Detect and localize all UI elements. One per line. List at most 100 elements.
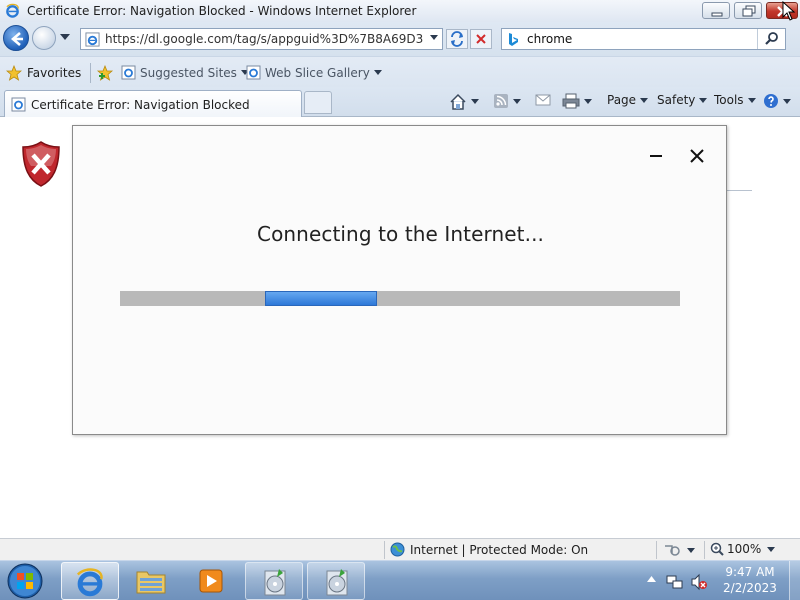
favorites-link-web-slice-gallery[interactable]: Web Slice Gallery	[246, 65, 382, 80]
taskbar-setup-program-1[interactable]	[245, 562, 303, 600]
tab-bar: Certificate Error: Navigation Blocked Pa…	[0, 87, 800, 117]
security-zone-label: Internet | Protected Mode: On	[410, 542, 589, 557]
address-bar[interactable]: https://dl.google.com/tag/s/appguid%3D%7…	[80, 28, 443, 50]
feeds-button[interactable]	[493, 93, 521, 109]
taskbar-setup-program-2[interactable]	[307, 562, 365, 600]
chevron-down-icon	[747, 97, 756, 103]
favorites-link-label: Web Slice Gallery	[265, 65, 370, 80]
minimize-icon	[711, 12, 723, 17]
clock-date: 2/2/2023	[723, 581, 777, 595]
installer-icon	[326, 569, 348, 596]
mail-icon	[535, 94, 551, 106]
change-status-icon[interactable]	[662, 543, 696, 557]
tools-menu[interactable]: Tools	[714, 93, 756, 107]
folder-icon	[136, 571, 166, 594]
title-bar: Certificate Error: Navigation Blocked - …	[0, 0, 800, 22]
printer-icon	[562, 93, 580, 109]
navigation-bar: https://dl.google.com/tag/s/appguid%3D%7…	[0, 22, 800, 56]
recent-pages-dropdown-icon[interactable]	[60, 34, 70, 40]
tab-label: Certificate Error: Navigation Blocked	[31, 98, 250, 112]
read-mail-button[interactable]	[535, 93, 551, 107]
add-to-favorites-bar-icon[interactable]	[96, 65, 116, 81]
favorites-label: Favorites	[27, 66, 82, 80]
restore-button[interactable]	[734, 2, 762, 19]
favorites-button[interactable]: Favorites	[6, 63, 81, 83]
status-divider	[656, 541, 657, 559]
stop-button[interactable]	[470, 29, 492, 49]
home-icon	[450, 93, 466, 110]
show-desktop-button[interactable]	[789, 561, 800, 600]
chevron-down-icon	[471, 99, 479, 104]
tools-menu-label: Tools	[714, 93, 744, 107]
taskbar-internet-explorer[interactable]	[61, 562, 119, 600]
print-button[interactable]	[562, 93, 592, 109]
windows-start-icon[interactable]	[5, 562, 45, 600]
ie-logo-icon	[6, 3, 19, 18]
minimize-button[interactable]	[702, 2, 730, 19]
status-divider	[704, 541, 705, 559]
dialog-message: Connecting to the Internet...	[257, 222, 544, 246]
progress-bar-fill	[265, 291, 377, 306]
zoom-dropdown-icon[interactable]	[767, 547, 775, 552]
page-menu[interactable]: Page	[607, 93, 649, 107]
media-player-icon	[199, 569, 223, 593]
search-query[interactable]: chrome	[527, 32, 572, 46]
favorites-star-icon	[6, 65, 22, 81]
safety-menu[interactable]: Safety	[657, 93, 708, 107]
ie-page-icon	[11, 97, 26, 112]
restore-icon	[742, 5, 756, 17]
status-bar: Internet | Protected Mode: On 100%	[0, 538, 800, 560]
progress-bar	[120, 291, 680, 306]
dialog-close-icon[interactable]	[687, 146, 707, 166]
stop-icon	[476, 34, 486, 44]
volume-muted-icon[interactable]	[690, 573, 708, 591]
taskbar-windows-explorer[interactable]	[122, 562, 180, 600]
zoom-icon	[710, 542, 724, 556]
chevron-down-icon	[584, 98, 592, 104]
address-dropdown-icon[interactable]	[430, 35, 438, 40]
page-menu-label: Page	[607, 93, 637, 107]
favorites-link-label: Suggested Sites	[140, 65, 237, 80]
search-box[interactable]: chrome	[501, 28, 786, 50]
search-button[interactable]	[757, 29, 785, 49]
taskbar: 9:47 AM 2/2/2023	[0, 560, 800, 600]
dialog-minimize-icon[interactable]	[647, 148, 665, 166]
home-button[interactable]	[449, 93, 479, 110]
chevron-down-icon	[640, 97, 649, 103]
taskbar-media-player[interactable]	[183, 562, 241, 600]
installer-icon	[264, 569, 286, 596]
help-icon	[764, 94, 778, 108]
refresh-button[interactable]	[446, 29, 468, 49]
chevron-down-icon	[699, 97, 708, 103]
address-url[interactable]: https://dl.google.com/tag/s/appguid%3D%7…	[105, 32, 423, 46]
new-tab-button[interactable]	[304, 91, 332, 114]
internet-globe-icon	[390, 542, 405, 557]
back-button[interactable]	[3, 25, 29, 51]
forward-button[interactable]	[32, 26, 56, 50]
favorites-bar: Favorites Suggested Sites Web Slice Gall…	[0, 56, 800, 87]
window-title: Certificate Error: Navigation Blocked - …	[27, 4, 417, 18]
clock-time: 9:47 AM	[725, 565, 775, 579]
chevron-down-icon	[373, 70, 382, 75]
help-button[interactable]	[763, 93, 791, 109]
internet-explorer-icon	[76, 568, 103, 597]
rss-feed-icon	[494, 94, 508, 108]
ie-page-icon	[121, 65, 136, 80]
security-zone[interactable]: Internet | Protected Mode: On	[390, 542, 588, 557]
network-icon[interactable]	[666, 573, 684, 591]
refresh-icon	[451, 31, 463, 47]
show-hidden-icons-icon[interactable]	[647, 576, 656, 582]
ie-page-icon	[246, 65, 261, 80]
clock[interactable]: 9:47 AM 2/2/2023	[712, 564, 788, 596]
zoom-control[interactable]: 100%	[710, 542, 761, 556]
error-shield-icon	[22, 141, 60, 187]
chevron-down-icon	[513, 98, 521, 104]
chevron-down-icon	[783, 98, 791, 104]
status-divider	[384, 541, 385, 559]
favorites-link-suggested-sites[interactable]: Suggested Sites	[121, 65, 249, 80]
mouse-cursor-icon	[782, 1, 796, 21]
bing-logo-icon	[509, 33, 518, 46]
favorites-separator	[90, 63, 91, 83]
divider-line	[726, 190, 752, 191]
tab-certificate-error[interactable]: Certificate Error: Navigation Blocked	[4, 90, 302, 117]
